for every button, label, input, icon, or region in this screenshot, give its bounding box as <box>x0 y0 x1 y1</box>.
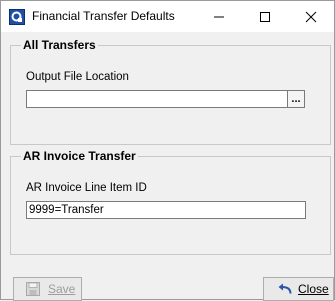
floppy-disk-icon <box>26 282 40 296</box>
close-window-button[interactable] <box>288 1 334 32</box>
browse-button[interactable]: ... <box>287 90 305 108</box>
line-item-input[interactable] <box>26 201 306 219</box>
maximize-button[interactable] <box>242 1 288 32</box>
minimize-button[interactable] <box>196 1 242 32</box>
maximize-icon <box>260 12 270 22</box>
output-file-label: Output File Location <box>26 71 129 83</box>
close-icon <box>305 11 317 23</box>
minimize-icon <box>214 16 224 18</box>
dialog-window: Financial Transfer Defaults All Transfer… <box>0 0 335 301</box>
title-bar[interactable]: Financial Transfer Defaults <box>1 1 334 32</box>
ar-invoice-group: AR Invoice Transfer AR Invoice Line Item… <box>10 149 331 255</box>
save-button[interactable]: Save <box>13 277 82 301</box>
close-button[interactable]: Close <box>263 277 334 301</box>
save-label: Save <box>48 282 76 296</box>
window-title: Financial Transfer Defaults <box>32 9 175 23</box>
line-item-label: AR Invoice Line Item ID <box>26 182 147 194</box>
undo-arrow-icon <box>278 283 292 295</box>
close-label: Close <box>298 282 329 296</box>
output-file-input[interactable] <box>26 90 288 108</box>
all-transfers-group: All Transfers Output File Location ... <box>10 38 331 145</box>
app-icon[interactable] <box>9 9 25 25</box>
ar-invoice-title: AR Invoice Transfer <box>21 149 138 163</box>
all-transfers-title: All Transfers <box>21 38 98 52</box>
